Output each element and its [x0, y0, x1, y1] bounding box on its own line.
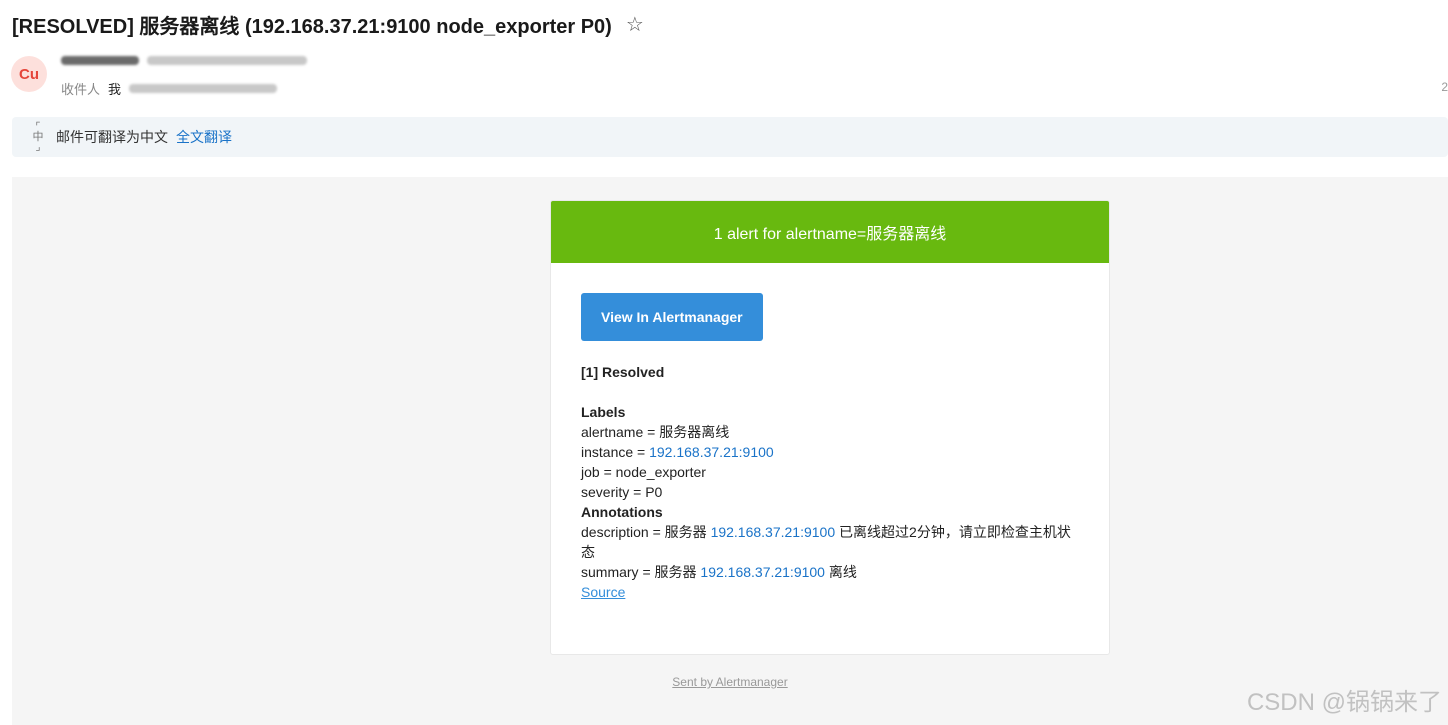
- recipient-label: 收件人: [61, 82, 101, 97]
- annotations-title: Annotations: [581, 504, 663, 520]
- view-in-alertmanager-button[interactable]: View In Alertmanager: [581, 293, 763, 341]
- translate-text: 邮件可翻译为中文: [56, 129, 168, 145]
- summary-ip-link[interactable]: 192.168.37.21:9100: [700, 564, 825, 580]
- sender-name-redacted: [61, 56, 139, 65]
- description-ip-link[interactable]: 192.168.37.21:9100: [711, 524, 836, 540]
- instance-ip-link[interactable]: 192.168.37.21:9100: [649, 444, 774, 460]
- watermark: CSDN @锅锅来了: [1246, 689, 1442, 716]
- sent-by-footer[interactable]: Sent by Alertmanager: [12, 675, 1448, 689]
- label-alertname: alertname = 服务器离线: [581, 424, 730, 440]
- alert-content: View In Alertmanager [1] Resolved Labels…: [551, 263, 1109, 654]
- translate-all-link[interactable]: 全文翻译: [176, 127, 232, 147]
- recipient-info: 收件人 我: [61, 79, 278, 98]
- avatar[interactable]: Cu: [11, 56, 47, 92]
- sender-email-redacted: [147, 56, 307, 65]
- source-link[interactable]: Source: [581, 584, 625, 600]
- label-job: job = node_exporter: [581, 464, 706, 480]
- sender-info[interactable]: [61, 56, 307, 65]
- annotation-summary: summary = 服务器 192.168.37.21:9100 离线: [581, 564, 857, 580]
- star-icon[interactable]: ☆: [626, 12, 644, 37]
- edge-marker: 2: [1441, 80, 1448, 94]
- translate-bar: ⌜中⌟ 邮件可翻译为中文 全文翻译: [12, 117, 1448, 157]
- labels-title: Labels: [581, 404, 626, 420]
- label-instance: instance = 192.168.37.21:9100: [581, 444, 774, 460]
- email-subject: [RESOLVED] 服务器离线 (192.168.37.21:9100 nod…: [12, 10, 644, 39]
- alert-header: 1 alert for alertname=服务器离线: [551, 201, 1109, 263]
- email-body: 1 alert for alertname=服务器离线 View In Aler…: [12, 177, 1448, 725]
- label-severity: severity = P0: [581, 484, 663, 500]
- alert-card: 1 alert for alertname=服务器离线 View In Aler…: [550, 200, 1110, 655]
- recipient-email-redacted: [129, 84, 278, 93]
- recipient-me[interactable]: 我: [108, 79, 121, 98]
- alert-status: [1] Resolved: [581, 364, 665, 380]
- translate-icon: ⌜中⌟: [32, 121, 44, 153]
- subject-text: [RESOLVED] 服务器离线 (192.168.37.21:9100 nod…: [12, 16, 612, 38]
- annotation-description: description = 服务器 192.168.37.21:9100 已离线…: [581, 524, 1071, 560]
